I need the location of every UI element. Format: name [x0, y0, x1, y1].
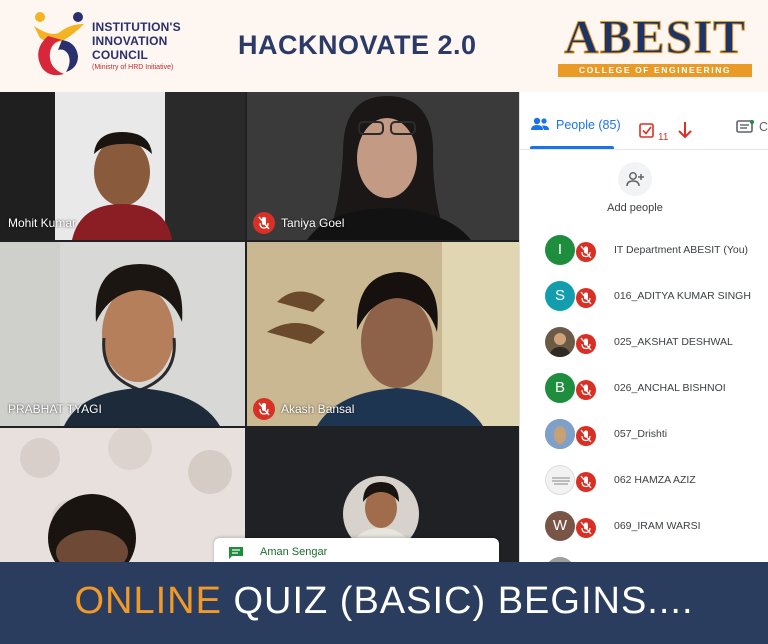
avatar: S	[545, 281, 575, 311]
participant-name: 062 HAMZA AZIZ	[614, 474, 696, 486]
participant-name: Akash Bansal	[281, 402, 355, 416]
iic-logo	[34, 12, 84, 76]
event-title: HACKNOVATE 2.0	[238, 30, 477, 60]
tab-tasks[interactable]: 11	[638, 122, 668, 145]
muted-icon	[253, 212, 275, 234]
people-icon	[531, 117, 549, 130]
add-person-icon	[618, 162, 652, 196]
avatar: W	[545, 511, 575, 541]
avatar: I	[545, 235, 575, 265]
add-people-label: Add people	[607, 202, 663, 214]
mic-off-icon	[576, 472, 596, 492]
tab-people-label: People (85)	[556, 118, 621, 132]
participant-name: PRABHAT TYAGI	[8, 402, 102, 416]
footer-banner: ONLINE QUIZ (BASIC) BEGINS....	[0, 562, 768, 644]
participant-name: IT Department ABESIT (You)	[614, 244, 749, 256]
footer-accent-word: ONLINE	[74, 580, 222, 622]
list-item[interactable]: 057_Drishti	[520, 412, 768, 458]
video-grid: Mohit Kumar Taniya Goel PRABHAT TYAGI Ak…	[0, 92, 519, 562]
college-logo: ABESIT COLLEGE OF ENGINEERING	[556, 11, 754, 78]
mic-off-icon	[576, 380, 596, 400]
chat-icon	[736, 120, 754, 133]
avatar	[545, 327, 575, 357]
video-tile-mohit[interactable]: Mohit Kumar	[0, 92, 245, 240]
tab-chat-label: Ch	[759, 120, 768, 134]
muted-icon	[253, 398, 275, 420]
video-feed	[0, 242, 245, 426]
participant-name: 025_AKSHAT DESHWAL	[614, 336, 733, 348]
college-name: ABESIT	[563, 11, 747, 64]
video-feed	[247, 242, 519, 426]
college-subtitle: COLLEGE OF ENGINEERING	[558, 64, 752, 77]
list-item[interactable]: I IT Department ABESIT (You)	[520, 228, 768, 274]
iic-line-3: COUNCIL	[92, 48, 149, 62]
participant-name: 057_Drishti	[614, 428, 668, 440]
video-tile-akash[interactable]: Akash Bansal	[247, 242, 519, 426]
footer-announcement: ONLINE QUIZ (BASIC) BEGINS....	[0, 580, 768, 623]
list-item[interactable]: 062 HAMZA AZIZ	[520, 458, 768, 504]
panel-tabs: People (85) 11 Ch	[520, 92, 768, 150]
list-item[interactable]: 025_AKSHAT DESHWAL	[520, 320, 768, 366]
iic-line-1: INSTITUTION'S	[92, 20, 181, 34]
iic-subtitle: (Ministry of HRD Initiative)	[92, 64, 174, 71]
mic-off-icon	[576, 288, 596, 308]
avatar	[545, 465, 575, 495]
footer-rest: QUIZ (BASIC) BEGINS....	[221, 580, 694, 622]
list-item[interactable]: W 069_IRAM WARSI	[520, 504, 768, 550]
avatar	[545, 419, 575, 449]
video-tile-taniya[interactable]: Taniya Goel	[247, 92, 519, 240]
participant-name: Mohit Kumar	[8, 216, 77, 230]
add-people-button[interactable]: Add people	[580, 162, 690, 222]
chat-sender: Aman Sengar	[260, 546, 328, 558]
video-tile-5[interactable]	[0, 428, 245, 562]
participant-name: Taniya Goel	[281, 216, 345, 230]
participant-name: 016_ADITYA KUMAR SINGH	[614, 290, 751, 302]
down-arrow-icon[interactable]	[676, 120, 694, 145]
list-item[interactable]	[520, 550, 768, 562]
checkbox-icon	[639, 123, 654, 138]
iic-line-2: INNOVATION	[92, 34, 168, 48]
mic-off-icon	[576, 518, 596, 538]
list-item[interactable]: S 016_ADITYA KUMAR SINGH	[520, 274, 768, 320]
tab-people[interactable]: People (85)	[530, 116, 621, 146]
video-tile-prabhat[interactable]: PRABHAT TYAGI	[0, 242, 245, 426]
video-feed	[0, 428, 245, 562]
mic-off-icon	[576, 426, 596, 446]
participant-name: 026_ANCHAL BISHNOI	[614, 382, 726, 394]
mic-off-icon	[576, 334, 596, 354]
tab-chat[interactable]: Ch	[736, 120, 768, 136]
task-count: 11	[658, 132, 669, 143]
people-list: I IT Department ABESIT (You) S 016_ADITY…	[520, 228, 768, 562]
participant-name: 069_IRAM WARSI	[614, 520, 701, 532]
list-item[interactable]: B 026_ANCHAL BISHNOI	[520, 366, 768, 412]
mic-off-icon	[576, 242, 596, 262]
people-panel: People (85) 11 Ch	[519, 92, 768, 562]
iic-text: INSTITUTION'S INNOVATION COUNCIL (Minist…	[92, 20, 202, 71]
avatar: B	[545, 373, 575, 403]
header-banner: INSTITUTION'S INNOVATION COUNCIL (Minist…	[0, 0, 768, 92]
active-tab-indicator	[530, 146, 614, 149]
